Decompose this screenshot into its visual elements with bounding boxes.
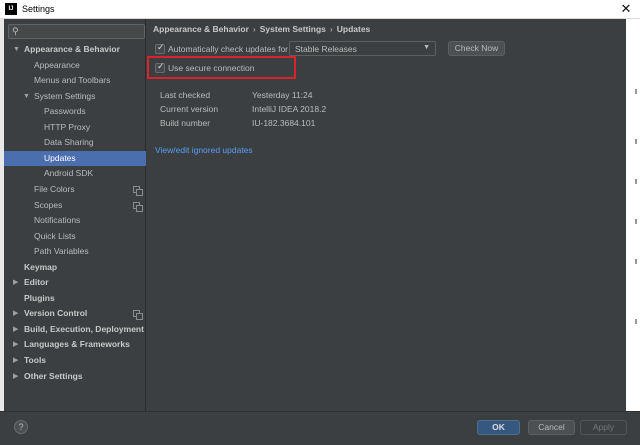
check-now-button[interactable]: Check Now bbox=[448, 41, 505, 56]
last-checked-label: Last checked bbox=[160, 90, 211, 100]
sidebar-item-keymap[interactable]: Keymap bbox=[4, 260, 146, 275]
breadcrumb-updates: Updates bbox=[336, 24, 371, 34]
apply-button[interactable]: Apply bbox=[580, 420, 627, 435]
chevron-right-icon[interactable]: ▶ bbox=[13, 306, 18, 321]
cancel-button[interactable]: Cancel bbox=[528, 420, 575, 435]
sidebar-item-label: Notifications bbox=[34, 215, 81, 226]
chevron-right-icon[interactable]: ▶ bbox=[13, 353, 18, 368]
sidebar-item-label: Data Sharing bbox=[44, 137, 94, 148]
last-checked-value: Yesterday 11:24 bbox=[252, 90, 313, 100]
sidebar-item-path-variables[interactable]: Path Variables bbox=[4, 244, 146, 259]
sidebar-item-android-sdk[interactable]: Android SDK bbox=[4, 166, 146, 181]
settings-search-input[interactable]: ⚲ bbox=[8, 24, 145, 39]
view-ignored-updates-link[interactable]: View/edit ignored updates bbox=[155, 145, 253, 155]
dialog-button-bar: ? OK Cancel Apply bbox=[0, 411, 640, 445]
sidebar-item-other-settings[interactable]: ▶ Other Settings bbox=[4, 369, 146, 384]
breadcrumb-system-settings: System Settings bbox=[259, 24, 326, 34]
title-bar: IJ Settings ✕ bbox=[0, 0, 640, 19]
sidebar-item-file-colors[interactable]: File Colors bbox=[4, 182, 146, 197]
updates-panel: Appearance & Behavior › System Settings › Up… bbox=[147, 19, 625, 411]
project-scope-icon bbox=[133, 310, 140, 318]
close-icon[interactable]: ✕ bbox=[618, 1, 634, 17]
sidebar-item-label: Languages & Frameworks bbox=[24, 339, 130, 350]
sidebar-item-build-execution-deployment[interactable]: ▶ Build, Execution, Deployment bbox=[4, 322, 146, 337]
sidebar-item-quick-lists[interactable]: Quick Lists bbox=[4, 229, 146, 244]
breadcrumb-separator: › bbox=[252, 24, 256, 34]
sidebar-item-notifications[interactable]: Notifications bbox=[4, 213, 146, 228]
project-scope-icon bbox=[133, 185, 140, 193]
build-number-value: IU-182.3684.101 bbox=[252, 118, 316, 128]
sidebar-item-label: System Settings bbox=[34, 90, 96, 101]
auto-check-updates-checkbox[interactable]: ✓ bbox=[155, 42, 165, 54]
background-window-edge-right bbox=[626, 19, 640, 411]
chevron-right-icon[interactable]: ▶ bbox=[13, 337, 18, 352]
sidebar-item-scopes[interactable]: Scopes bbox=[4, 198, 146, 213]
sidebar-item-label: Passwords bbox=[44, 106, 86, 117]
sidebar-item-label: Version Control bbox=[24, 308, 88, 319]
sidebar-item-data-sharing[interactable]: Data Sharing bbox=[4, 135, 146, 150]
sidebar-item-label: Other Settings bbox=[24, 370, 83, 381]
project-scope-icon bbox=[133, 201, 140, 209]
sidebar-item-label: Appearance bbox=[34, 59, 80, 70]
sidebar-item-label: Android SDK bbox=[44, 168, 94, 179]
settings-sidebar: ⚲ ▼ Appearance & Behavior Appearance Menus … bbox=[4, 19, 146, 411]
sidebar-item-appearance[interactable]: Appearance bbox=[4, 58, 146, 73]
chevron-right-icon[interactable]: ▶ bbox=[13, 322, 18, 337]
help-icon[interactable]: ? bbox=[14, 420, 28, 434]
sidebar-item-label: Appearance & Behavior bbox=[24, 44, 120, 54]
sidebar-item-label: Path Variables bbox=[34, 246, 89, 257]
sidebar-item-label: Updates bbox=[44, 152, 76, 163]
intellij-app-icon: IJ bbox=[5, 3, 17, 15]
breadcrumb-appearance-behavior: Appearance & Behavior bbox=[153, 24, 249, 34]
sidebar-item-label: Quick Lists bbox=[34, 230, 76, 241]
sidebar-item-label: Menus and Toolbars bbox=[34, 75, 111, 86]
sidebar-item-tools[interactable]: ▶ Tools bbox=[4, 353, 146, 368]
auto-check-updates-label[interactable]: Automatically check updates for bbox=[168, 44, 288, 54]
chevron-down-icon: ▼ bbox=[423, 44, 430, 51]
sidebar-item-appearance-behavior[interactable]: ▼ Appearance & Behavior bbox=[4, 42, 146, 57]
secure-connection-label[interactable]: Use secure connection bbox=[168, 63, 254, 73]
breadcrumb-separator: › bbox=[329, 24, 333, 34]
current-version-label: Current version bbox=[160, 104, 219, 114]
current-version-value: IntelliJ IDEA 2018.2 bbox=[252, 104, 327, 114]
update-channel-select[interactable]: Stable Releases ▼ bbox=[289, 41, 436, 56]
window-title: Settings bbox=[22, 4, 55, 14]
sidebar-item-languages-frameworks[interactable]: ▶ Languages & Frameworks bbox=[4, 337, 146, 352]
update-channel-value: Stable Releases bbox=[295, 44, 357, 54]
chevron-right-icon[interactable]: ▶ bbox=[13, 369, 18, 384]
sidebar-item-label: File Colors bbox=[34, 183, 75, 194]
sidebar-item-passwords[interactable]: Passwords bbox=[4, 104, 146, 119]
search-icon: ⚲ bbox=[12, 26, 19, 36]
sidebar-item-http-proxy[interactable]: HTTP Proxy bbox=[4, 120, 146, 135]
chevron-right-icon[interactable]: ▶ bbox=[13, 275, 18, 290]
secure-connection-checkbox[interactable]: ✓ bbox=[155, 61, 165, 73]
ok-button[interactable]: OK bbox=[477, 420, 520, 435]
sidebar-item-system-settings[interactable]: ▼ System Settings bbox=[4, 89, 146, 104]
breadcrumb: Appearance & Behavior › System Settings › Up… bbox=[153, 24, 374, 34]
chevron-down-icon[interactable]: ▼ bbox=[13, 42, 20, 57]
sidebar-item-label: Plugins bbox=[24, 292, 55, 303]
sidebar-item-label: Build, Execution, Deployment bbox=[24, 323, 144, 334]
sidebar-item-menus-and-toolbars[interactable]: Menus and Toolbars bbox=[4, 73, 146, 88]
sidebar-item-plugins[interactable]: Plugins bbox=[4, 291, 146, 306]
checkmark-icon: ✓ bbox=[157, 42, 165, 52]
chevron-down-icon[interactable]: ▼ bbox=[23, 89, 30, 104]
sidebar-item-updates[interactable]: Updates bbox=[4, 150, 146, 166]
sidebar-item-version-control[interactable]: ▶ Version Control bbox=[4, 306, 146, 321]
checkmark-icon: ✓ bbox=[157, 61, 165, 71]
sidebar-item-label: Scopes bbox=[34, 199, 63, 210]
sidebar-item-label: Keymap bbox=[24, 261, 58, 272]
sidebar-item-label: Tools bbox=[24, 355, 47, 365]
sidebar-item-label: HTTP Proxy bbox=[44, 121, 91, 132]
build-number-label: Build number bbox=[160, 118, 211, 128]
sidebar-item-label: Editor bbox=[24, 277, 49, 288]
sidebar-item-editor[interactable]: ▶ Editor bbox=[4, 275, 146, 290]
